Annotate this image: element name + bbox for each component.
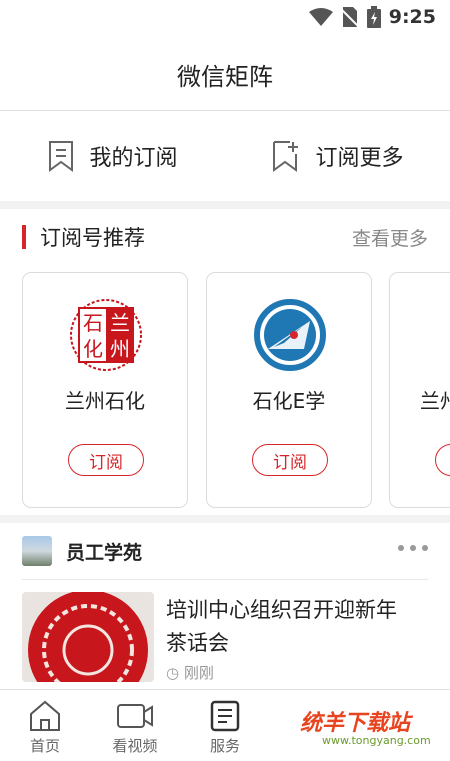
subscription-row: 我的订阅 订阅更多: [0, 111, 450, 201]
video-icon: [117, 704, 153, 728]
recommend-card-lanzhou[interactable]: 石 化 兰 州 兰州石化 订阅: [22, 272, 188, 508]
article-title: 培训中心组织召开迎新年茶话会: [166, 598, 397, 655]
status-time: 9:25: [388, 6, 436, 28]
my-subscriptions-label: 我的订阅: [89, 146, 178, 171]
shihua-e-learning-logo: [254, 299, 326, 371]
logo-char: 化: [83, 337, 103, 361]
bookmark-add-icon: [273, 141, 299, 172]
see-more-link[interactable]: 查看更多: [352, 224, 428, 251]
account-avatar: [22, 536, 52, 566]
tab-home-label: 首页: [29, 737, 60, 755]
no-sim-icon: [340, 7, 359, 27]
logo-char: 州: [110, 337, 130, 361]
subscribe-button[interactable]: 订阅: [252, 444, 328, 476]
article-item[interactable]: 培训中心组织召开迎新年茶话会 ◷ 刚刚: [0, 580, 450, 682]
card-name: 兰州石化: [65, 389, 145, 413]
more-subscriptions-label: 订阅更多: [315, 146, 404, 171]
document-icon: [210, 700, 240, 732]
watermark-url: www.tongyang.com: [322, 734, 431, 747]
wifi-icon: [308, 8, 333, 26]
tab-home[interactable]: 首页: [0, 690, 90, 761]
recommend-card-list[interactable]: 石 化 兰 州 兰州石化 订阅 石化E学 订阅 兰州 订阅: [0, 265, 450, 515]
watermark-logo: 统羊下载站: [300, 711, 411, 736]
article-time: ◷ 刚刚: [166, 664, 214, 682]
feed-account-header[interactable]: 员工学苑: [0, 523, 450, 579]
section-gap: [0, 201, 450, 209]
more-subscriptions-button[interactable]: 订阅更多: [225, 111, 450, 201]
subscribe-button[interactable]: 订阅: [435, 444, 450, 476]
status-bar: 9:25: [0, 0, 450, 38]
recommend-title: 订阅号推荐: [40, 226, 145, 250]
recommend-card-e-learning[interactable]: 石化E学 订阅: [206, 272, 372, 508]
card-name: 兰州: [420, 389, 450, 413]
tab-service[interactable]: 服务: [180, 690, 270, 761]
article-thumbnail: [22, 592, 154, 682]
more-options-icon[interactable]: [398, 545, 428, 551]
section-accent-bar: [22, 225, 26, 249]
lanzhou-petrochem-seal-logo: 石 化 兰 州: [70, 299, 142, 371]
section-gap: [0, 515, 450, 523]
article-time-text: 刚刚: [183, 664, 214, 682]
tab-service-label: 服务: [209, 737, 240, 755]
battery-icon: [366, 6, 381, 28]
top-bar: 微信矩阵: [0, 38, 450, 111]
logo-char: 石: [83, 311, 103, 335]
tab-video[interactable]: 看视频: [90, 690, 180, 761]
subscribe-button[interactable]: 订阅: [68, 444, 144, 476]
home-icon: [30, 700, 60, 731]
logo-char: 兰: [110, 311, 130, 335]
my-subscriptions-button[interactable]: 我的订阅: [0, 111, 225, 201]
tab-video-label: 看视频: [112, 737, 158, 755]
page-title: 微信矩阵: [177, 62, 273, 91]
card-name: 石化E学: [252, 389, 326, 413]
account-name: 员工学苑: [66, 541, 143, 564]
list-bookmark-icon: [49, 141, 74, 172]
recommend-header: 订阅号推荐 查看更多: [0, 209, 450, 265]
recommend-card-partial[interactable]: 兰州 订阅: [389, 272, 450, 508]
